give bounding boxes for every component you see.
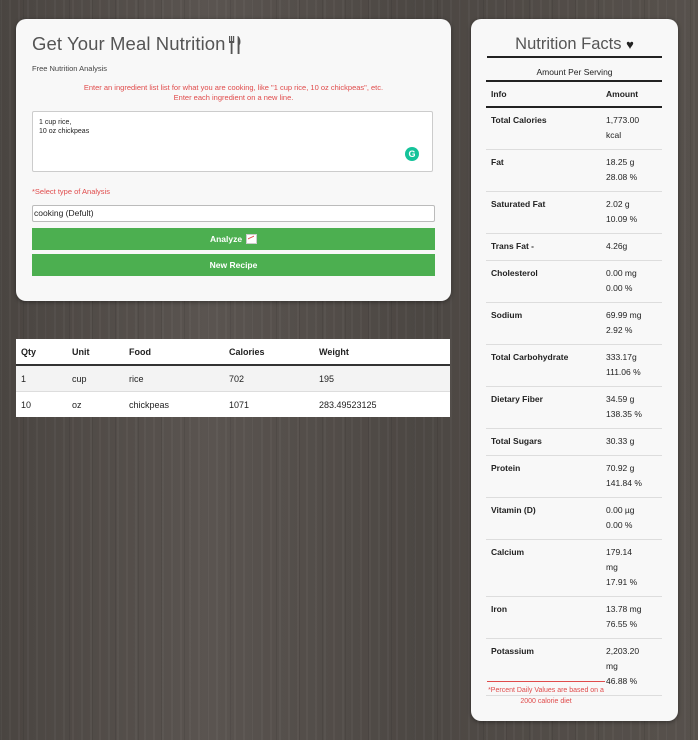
nutrient-name: Fat (486, 149, 601, 192)
nutrient-name: Protein (486, 455, 601, 498)
grammarly-icon[interactable]: G (405, 147, 419, 161)
table-cell: 283.49523125 (314, 391, 450, 417)
nutrient-name: Calcium (486, 539, 601, 597)
nutrient-name: Total Calories (486, 107, 601, 150)
nutrient-row: Total Sugars 30.33 g (486, 428, 662, 456)
instruction-text-2: Enter each ingredient on a new line. (173, 93, 294, 102)
table-cell: oz (67, 391, 124, 417)
page-title: Get Your Meal Nutrition (32, 33, 226, 54)
nutrient-amount: 4.26g (601, 233, 662, 261)
table-cell: 1 (16, 364, 67, 392)
meal-input-card: Get Your Meal Nutrition Free Nutrition A… (16, 19, 451, 301)
nutrient-name: Saturated Fat (486, 191, 601, 234)
analyze-button[interactable]: Analyze (32, 228, 435, 250)
ingredients-table: Qty Unit Food Calories Weight 1 cup rice… (16, 339, 450, 417)
column-header: Info (486, 80, 601, 108)
nutrient-name: Total Carbohydrate (486, 344, 601, 387)
nutrient-row: Fat 18.25 g 28.08 % (486, 149, 662, 192)
nutrient-amount: 0.00 mg 0.00 % (601, 260, 662, 303)
nutrient-amount: 18.25 g 28.08 % (601, 149, 662, 192)
nutrient-row: Sodium 69.99 mg 2.92 % (486, 302, 662, 345)
fork-knife-icon (229, 36, 241, 54)
amount-per-serving: Amount Per Serving (536, 67, 613, 77)
column-header: Weight (314, 339, 450, 366)
nutrient-row: Total Calories 1,773.00 kcal (486, 107, 662, 150)
nutrient-amount: 0.00 µg 0.00 % (601, 497, 662, 540)
table-row: 1 cup rice 702 195 (16, 364, 450, 392)
nutrient-name: Vitamin (D) (486, 497, 601, 540)
column-header: Unit (67, 339, 124, 366)
nutrient-name: Trans Fat - (486, 233, 601, 261)
column-header: Qty (16, 339, 67, 366)
chart-icon (246, 233, 258, 244)
nutrient-amount: 2.02 g 10.09 % (601, 191, 662, 234)
nutrient-row: Vitamin (D) 0.00 µg 0.00 % (486, 497, 662, 540)
new-recipe-button[interactable]: New Recipe (32, 254, 435, 276)
nutrient-name: Cholesterol (486, 260, 601, 303)
table-cell: 702 (224, 364, 314, 392)
table-cell: cup (67, 364, 124, 392)
table-cell: 1071 (224, 391, 314, 417)
analyze-label: Analyze (209, 234, 243, 244)
nutrient-row: Iron 13.78 mg 76.55 % (486, 596, 662, 639)
nutrition-facts-card: Nutrition Facts ♥ Amount Per Serving Inf… (471, 19, 678, 721)
nutrient-row: Calcium 179.14 mg 17.91 % (486, 539, 662, 597)
nutrition-facts-table: Info Amount Total Calories 1,773.00 kcal F… (486, 80, 662, 696)
nutrient-amount: 30.33 g (601, 428, 662, 456)
nutrition-facts-title: Nutrition Facts ♥ (487, 35, 662, 58)
nutrient-name: Dietary Fiber (486, 386, 601, 429)
analysis-type-label: *Select type of Analysis (32, 187, 110, 196)
analysis-type-select[interactable]: cooking (Defult) (32, 205, 435, 222)
table-cell: 195 (314, 364, 450, 392)
nutrient-amount: 34.59 g 138.35 % (601, 386, 662, 429)
column-header: Food (124, 339, 224, 366)
nutrient-amount: 70.92 g 141.84 % (601, 455, 662, 498)
nutrient-amount: 2,203.20 mg 46.88 % (601, 638, 662, 696)
nutrient-row: Total Carbohydrate 333.17g 111.06 % (486, 344, 662, 387)
table-row: 10 oz chickpeas 1071 283.49523125 (16, 391, 450, 417)
nutrient-row: Saturated Fat 2.02 g 10.09 % (486, 191, 662, 234)
nutrient-name: Total Sugars (486, 428, 601, 456)
table-cell: 10 (16, 391, 67, 417)
nutrient-amount: 13.78 mg 76.55 % (601, 596, 662, 639)
nutrient-amount: 1,773.00 kcal (601, 107, 662, 150)
nutrient-row: Protein 70.92 g 141.84 % (486, 455, 662, 498)
nutrient-name: Iron (486, 596, 601, 639)
nutrient-row: Dietary Fiber 34.59 g 138.35 % (486, 386, 662, 429)
nutrient-amount: 69.99 mg 2.92 % (601, 302, 662, 345)
daily-values-footnote: *Percent Daily Values are based on a 200… (487, 681, 605, 707)
nutrition-rows: Total Calories 1,773.00 kcal Fat 18.25 g 28… (486, 107, 662, 696)
table-header-row: Info Amount (486, 80, 662, 108)
table-header-row: Qty Unit Food Calories Weight (16, 339, 450, 366)
ingredients-textarea[interactable]: 1 cup rice, 10 oz chickpeas (32, 111, 433, 172)
subtitle: Free Nutrition Analysis (32, 64, 108, 73)
nutrient-name: Sodium (486, 302, 601, 345)
nutrient-amount: 179.14 mg 17.91 % (601, 539, 662, 597)
column-header: Amount (601, 80, 662, 108)
table-cell: rice (124, 364, 224, 392)
nutrient-amount: 333.17g 111.06 % (601, 344, 662, 387)
instruction-text: Enter an ingredient list list for what y… (83, 83, 384, 92)
table-cell: chickpeas (124, 391, 224, 417)
nutrient-row: Trans Fat -4.26g (486, 233, 662, 261)
heart-icon: ♥ (626, 37, 634, 52)
nutrient-row: Cholesterol 0.00 mg 0.00 % (486, 260, 662, 303)
column-header: Calories (224, 339, 314, 366)
nutrition-facts-title-text: Nutrition Facts (515, 35, 622, 53)
